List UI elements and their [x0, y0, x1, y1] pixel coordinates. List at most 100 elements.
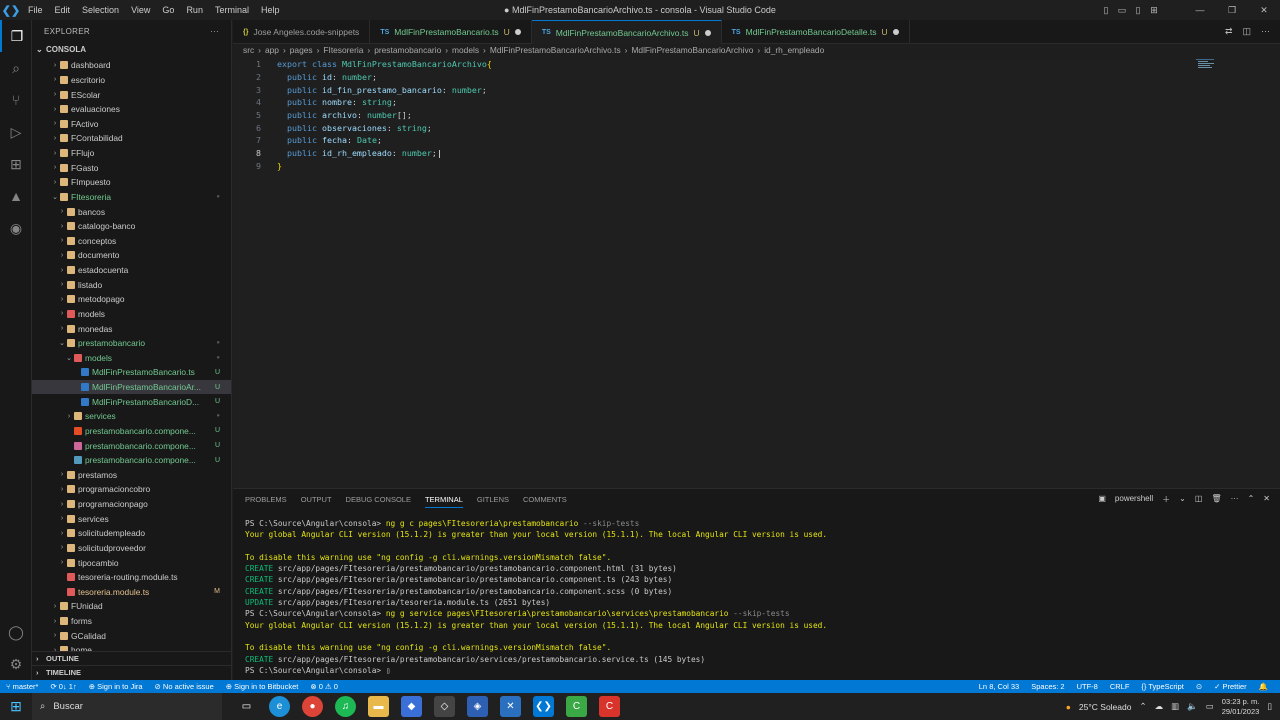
maximize-button[interactable]: ❐	[1216, 5, 1248, 16]
tree-item[interactable]: › listado	[32, 277, 231, 292]
split-terminal-icon[interactable]: ◫	[1195, 494, 1203, 505]
status-item[interactable]: 🔔	[1253, 682, 1274, 691]
tree-item[interactable]: › programacioncobro	[32, 482, 231, 497]
tree-item[interactable]: › escritorio	[32, 73, 231, 88]
spotify-icon[interactable]: ♫	[335, 696, 356, 717]
breadcrumb-item[interactable]: models	[452, 45, 479, 57]
settings-gear-icon[interactable]: ⚙	[0, 648, 32, 680]
tree-item[interactable]: › FContabilidad	[32, 131, 231, 146]
status-item[interactable]: UTF-8	[1071, 682, 1104, 691]
extensions-icon[interactable]: ⊞	[0, 148, 32, 180]
breadcrumb-item[interactable]: src	[243, 45, 254, 57]
app-icon[interactable]: ◆	[401, 696, 422, 717]
close-button[interactable]: ✕	[1248, 5, 1280, 16]
network-icon[interactable]: ▥	[1171, 701, 1179, 712]
clock[interactable]: 03:23 p. m. 29/01/2023	[1222, 697, 1260, 717]
compare-icon[interactable]: ⇄	[1225, 26, 1233, 37]
app-icon[interactable]: C	[599, 696, 620, 717]
status-item[interactable]: ✓ Prettier	[1208, 682, 1253, 691]
workspace-section[interactable]: ⌄ CONSOLA	[32, 42, 231, 56]
close-panel-icon[interactable]: ✕	[1263, 494, 1270, 505]
editor-tab[interactable]: {} Jose Angeles.code-snippets	[233, 20, 371, 44]
editor-tab[interactable]: TS MdlFinPrestamoBancario.ts U	[370, 20, 532, 44]
tree-item[interactable]: › programacionpago	[32, 497, 231, 512]
tree-item[interactable]: › EScolar	[32, 87, 231, 102]
tree-item[interactable]: › solicitudempleado	[32, 526, 231, 541]
app-icon[interactable]: ◈	[467, 696, 488, 717]
editor-tab[interactable]: TS MdlFinPrestamoBancarioArchivo.ts U	[531, 20, 722, 44]
panel-tab-comments[interactable]: COMMENTS	[523, 495, 567, 504]
tree-item[interactable]: prestamobancario.compone... U	[32, 438, 231, 453]
chrome-icon[interactable]: ●	[302, 696, 323, 717]
source-control-icon[interactable]: ⑂	[0, 84, 32, 116]
split-editor-icon[interactable]: ◫	[1242, 26, 1251, 37]
tree-item[interactable]: › models	[32, 307, 231, 322]
panel-tab-gitlens[interactable]: GITLENS	[477, 495, 509, 504]
unsaved-dot-icon[interactable]	[704, 29, 711, 36]
outline-section[interactable]: › OUTLINE	[32, 651, 231, 665]
status-item[interactable]: Spaces: 2	[1025, 682, 1070, 691]
tree-item[interactable]: ⌄ prestamobancario ●	[32, 336, 231, 351]
tree-item[interactable]: prestamobancario.compone... U	[32, 424, 231, 439]
more-actions-icon[interactable]: ···	[1261, 26, 1270, 37]
status-item[interactable]: ⊕ Sign in to Jira	[83, 682, 149, 691]
status-item[interactable]: ⊙	[1190, 682, 1208, 691]
tree-item[interactable]: › catalogo-banco	[32, 219, 231, 234]
unsaved-dot-icon[interactable]	[892, 29, 899, 35]
tree-item[interactable]: › bancos	[32, 204, 231, 219]
account-icon[interactable]: ◯	[0, 616, 32, 648]
edge-icon[interactable]: e	[269, 696, 290, 717]
minimap[interactable]	[1196, 58, 1220, 70]
explorer-icon[interactable]: ❐	[0, 20, 32, 52]
layout-sidebar-icon[interactable]: ▯	[1098, 5, 1114, 16]
terminal-output[interactable]: PS C:\Source\Angular\consola> ng g c pag…	[245, 519, 1275, 677]
tree-item[interactable]: › tipocambio	[32, 555, 231, 570]
battery-icon[interactable]: ▭	[1206, 701, 1214, 712]
menu-item-run[interactable]: Run	[180, 5, 209, 15]
customize-layout-icon[interactable]: ⊞	[1146, 5, 1162, 16]
tree-item[interactable]: › documento	[32, 248, 231, 263]
search-icon[interactable]: ⌕	[0, 52, 32, 84]
layout-panel-icon[interactable]: ▭	[1114, 5, 1130, 16]
atlassian-icon[interactable]: ▲	[0, 180, 32, 212]
tree-item[interactable]: › monedas	[32, 321, 231, 336]
menu-item-help[interactable]: Help	[255, 5, 286, 15]
menu-item-go[interactable]: Go	[156, 5, 180, 15]
tree-item[interactable]: › services	[32, 511, 231, 526]
vscode-taskbar-icon[interactable]: ❮❯	[533, 696, 554, 717]
more-actions-icon[interactable]: ···	[1231, 494, 1239, 505]
status-item[interactable]: ⊗ 0 ⚠ 0	[304, 682, 344, 691]
app-icon[interactable]: C	[566, 696, 587, 717]
menu-item-file[interactable]: File	[22, 5, 49, 15]
tree-item[interactable]: › FGasto	[32, 160, 231, 175]
menu-item-view[interactable]: View	[125, 5, 156, 15]
onedrive-icon[interactable]: ☁	[1155, 701, 1164, 712]
new-terminal-icon[interactable]: ＋	[1162, 494, 1170, 505]
app-icon[interactable]: ✕	[500, 696, 521, 717]
trash-icon[interactable]: 🗑	[1211, 494, 1221, 505]
tree-item[interactable]: › evaluaciones	[32, 102, 231, 117]
status-item[interactable]: CRLF	[1104, 682, 1136, 691]
breadcrumb-item[interactable]: pages	[290, 45, 313, 57]
menu-item-edit[interactable]: Edit	[49, 5, 77, 15]
timeline-section[interactable]: › TIMELINE	[32, 665, 231, 679]
panel-tab-terminal[interactable]: TERMINAL	[424, 491, 463, 508]
windows-start-icon[interactable]: ⊞	[0, 698, 32, 715]
tree-item[interactable]: MdlFinPrestamoBancarioAr... U	[32, 379, 231, 395]
panel-tab-output[interactable]: OUTPUT	[301, 495, 332, 504]
tree-item[interactable]: tesoreria.module.ts M	[32, 585, 231, 600]
code-editor[interactable]: 1 export class MdlFinPrestamoBancarioArch…	[233, 58, 1280, 488]
status-item[interactable]: ⊕ Sign in to Bitbucket	[220, 682, 305, 691]
dropdown-icon[interactable]: ⌄	[1179, 494, 1186, 505]
file-explorer-icon[interactable]: ▬	[368, 696, 389, 717]
more-actions-icon[interactable]: ···	[210, 27, 219, 36]
tree-item[interactable]: › estadocuenta	[32, 263, 231, 278]
tree-item[interactable]: › FActivo	[32, 117, 231, 132]
tree-item[interactable]: › FFlujo	[32, 146, 231, 161]
layout-secondary-icon[interactable]: ▯	[1130, 5, 1146, 16]
breadcrumb-item[interactable]: id_rh_empleado	[764, 45, 824, 57]
maximize-panel-icon[interactable]: ⌃	[1248, 494, 1255, 505]
menu-item-terminal[interactable]: Terminal	[209, 5, 255, 15]
status-item[interactable]: Ln 8, Col 33	[973, 682, 1025, 691]
tree-item[interactable]: › conceptos	[32, 234, 231, 249]
